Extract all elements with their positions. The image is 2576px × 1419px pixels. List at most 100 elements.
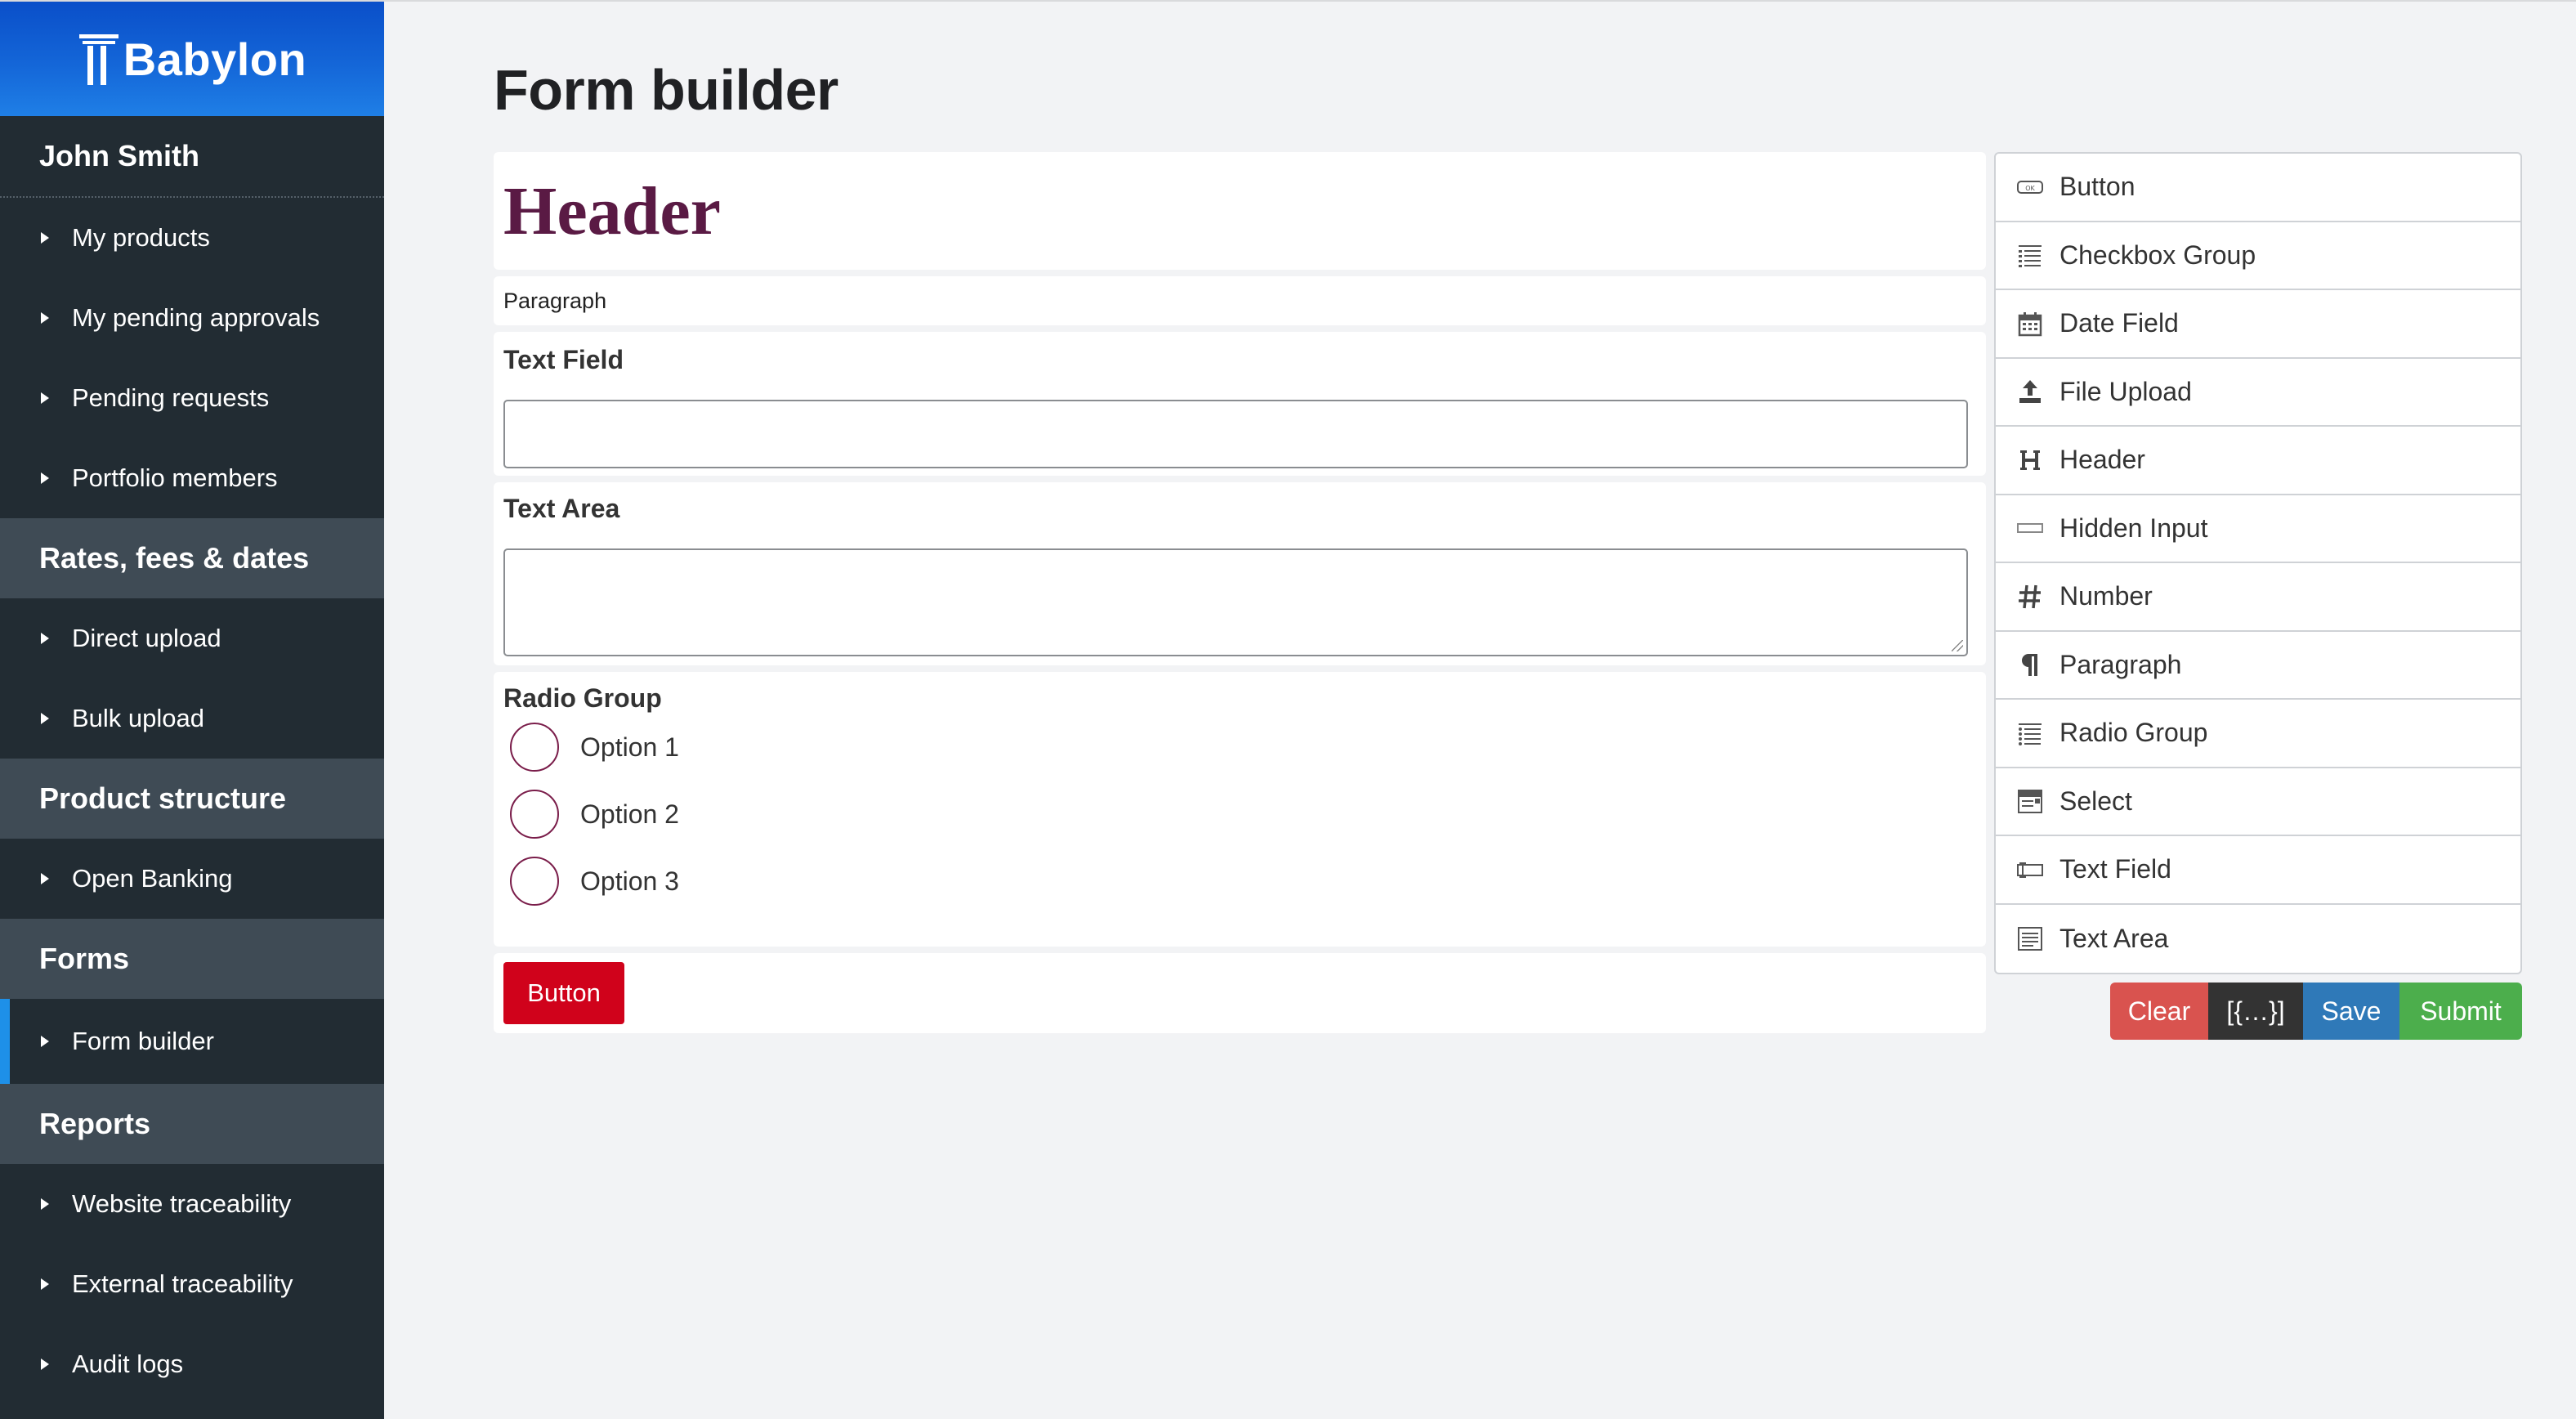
caret-right-icon [41, 472, 49, 484]
control-label: File Upload [2059, 376, 2192, 406]
control-select[interactable]: Select [1996, 768, 2520, 836]
radio-option[interactable]: Option 1 [503, 714, 1976, 781]
caret-right-icon [41, 1198, 49, 1210]
caret-right-icon [41, 633, 49, 644]
radio-button[interactable] [510, 857, 559, 906]
sidebar-item-label: Pending requests [72, 383, 270, 412]
stage-field-paragraph[interactable]: Paragraph [494, 276, 1986, 325]
calendar-icon [2015, 309, 2045, 338]
control-label: Button [2059, 172, 2135, 202]
radio-option-label: Option 1 [580, 732, 679, 762]
sidebar-item-my-products[interactable]: My products [0, 198, 384, 278]
stage-field-radio-group[interactable]: Radio Group Option 1 Option 2 Option 3 [494, 672, 1986, 947]
caret-right-icon [41, 1359, 49, 1370]
save-button[interactable]: Save [2303, 983, 2399, 1040]
caret-right-icon [41, 232, 49, 244]
control-label: Date Field [2059, 308, 2179, 338]
control-label: Checkbox Group [2059, 239, 2256, 270]
control-label: Text Area [2059, 923, 2169, 953]
svg-text:OK: OK [2025, 185, 2035, 192]
sidebar-item-external-traceability[interactable]: External traceability [0, 1244, 384, 1324]
caret-right-icon [41, 713, 49, 724]
radio-option[interactable]: Option 2 [503, 781, 1976, 848]
sidebar-item-label: Audit logs [72, 1350, 184, 1378]
sidebar: Babylon John Smith My products My pendin… [0, 2, 384, 1419]
form-header-text: Header [503, 172, 721, 249]
radio-option-label: Option 2 [580, 799, 679, 829]
radio-button[interactable] [510, 790, 559, 839]
caret-right-icon [41, 1036, 49, 1047]
caret-right-icon [41, 312, 49, 324]
text-area-label: Text Area [503, 494, 620, 523]
sidebar-item-my-pending-approvals[interactable]: My pending approvals [0, 278, 384, 358]
control-button[interactable]: OK Button [1996, 154, 2520, 222]
text-field-input[interactable] [503, 400, 1968, 468]
control-hidden-input[interactable]: Hidden Input [1996, 495, 2520, 563]
stage-field-button[interactable]: Button [494, 953, 1986, 1033]
sidebar-item-label: Direct upload [72, 624, 221, 652]
brand-name: Babylon [123, 33, 307, 85]
sidebar-item-audit-logs[interactable]: Audit logs [0, 1324, 384, 1404]
user-name[interactable]: John Smith [0, 116, 384, 198]
sidebar-section-reports[interactable]: Reports [0, 1084, 384, 1164]
sidebar-item-form-builder[interactable]: Form builder [0, 999, 384, 1084]
control-header[interactable]: Header [1996, 427, 2520, 495]
sidebar-section-forms[interactable]: Forms [0, 919, 384, 999]
control-date-field[interactable]: Date Field [1996, 290, 2520, 359]
radio-group-label: Radio Group [503, 683, 662, 713]
stage-field-text[interactable]: Text Field [494, 332, 1986, 476]
form-paragraph-text: Paragraph [503, 288, 607, 313]
form-stage[interactable]: Header Paragraph Text Field Text Area Ra… [494, 152, 1986, 1033]
sidebar-item-bulk-upload[interactable]: Bulk upload [0, 678, 384, 759]
text-area-icon [2015, 924, 2045, 953]
sidebar-section-product-structure[interactable]: Product structure [0, 759, 384, 839]
radio-button[interactable] [510, 723, 559, 772]
control-label: Header [2059, 445, 2145, 475]
control-number[interactable]: Number [1996, 563, 2520, 632]
form-button[interactable]: Button [503, 962, 624, 1024]
view-data-button[interactable]: [{…}] [2208, 983, 2303, 1040]
sidebar-item-portfolio-members[interactable]: Portfolio members [0, 438, 384, 518]
caret-right-icon [41, 873, 49, 884]
text-field-label: Text Field [503, 345, 624, 374]
control-label: Hidden Input [2059, 513, 2208, 543]
submit-button[interactable]: Submit [2399, 983, 2522, 1040]
radio-group-icon [2015, 718, 2045, 748]
text-field-icon [2015, 855, 2045, 884]
control-label: Number [2059, 581, 2153, 611]
hash-icon [2015, 582, 2045, 611]
control-label: Paragraph [2059, 649, 2182, 679]
control-paragraph[interactable]: Paragraph [1996, 632, 2520, 700]
clear-button[interactable]: Clear [2110, 983, 2208, 1040]
sidebar-item-label: Open Banking [72, 864, 233, 893]
brand-logo[interactable]: Babylon [0, 2, 384, 116]
stage-field-textarea[interactable]: Text Area [494, 482, 1986, 665]
form-controls-panel: OK Button Checkbox Group Date Field File… [1994, 152, 2522, 974]
checkbox-group-icon [2015, 240, 2045, 270]
control-radio-group[interactable]: Radio Group [1996, 700, 2520, 768]
control-checkbox-group[interactable]: Checkbox Group [1996, 222, 2520, 290]
radio-option-label: Option 3 [580, 866, 679, 896]
form-actions: Clear [{…}] Save Submit [2110, 983, 2522, 1040]
sidebar-item-open-banking[interactable]: Open Banking [0, 839, 384, 919]
select-icon [2015, 786, 2045, 816]
control-file-upload[interactable]: File Upload [1996, 359, 2520, 427]
sidebar-item-label: External traceability [72, 1269, 293, 1298]
header-icon [2015, 445, 2045, 475]
sidebar-item-pending-requests[interactable]: Pending requests [0, 358, 384, 438]
text-area-input[interactable] [503, 548, 1968, 656]
control-text-field[interactable]: Text Field [1996, 836, 2520, 905]
paragraph-icon [2015, 650, 2045, 679]
control-label: Radio Group [2059, 718, 2208, 748]
sidebar-section-rates[interactable]: Rates, fees & dates [0, 518, 384, 598]
sidebar-item-direct-upload[interactable]: Direct upload [0, 598, 384, 678]
pillar-icon [78, 34, 119, 85]
page-title: Form builder [494, 58, 839, 122]
control-label: Select [2059, 786, 2132, 816]
control-label: Text Field [2059, 854, 2171, 884]
sidebar-item-website-traceability[interactable]: Website traceability [0, 1164, 384, 1244]
sidebar-item-label: Bulk upload [72, 704, 205, 732]
stage-field-header[interactable]: Header [494, 152, 1986, 270]
control-text-area[interactable]: Text Area [1996, 905, 2520, 974]
radio-option[interactable]: Option 3 [503, 848, 1976, 915]
